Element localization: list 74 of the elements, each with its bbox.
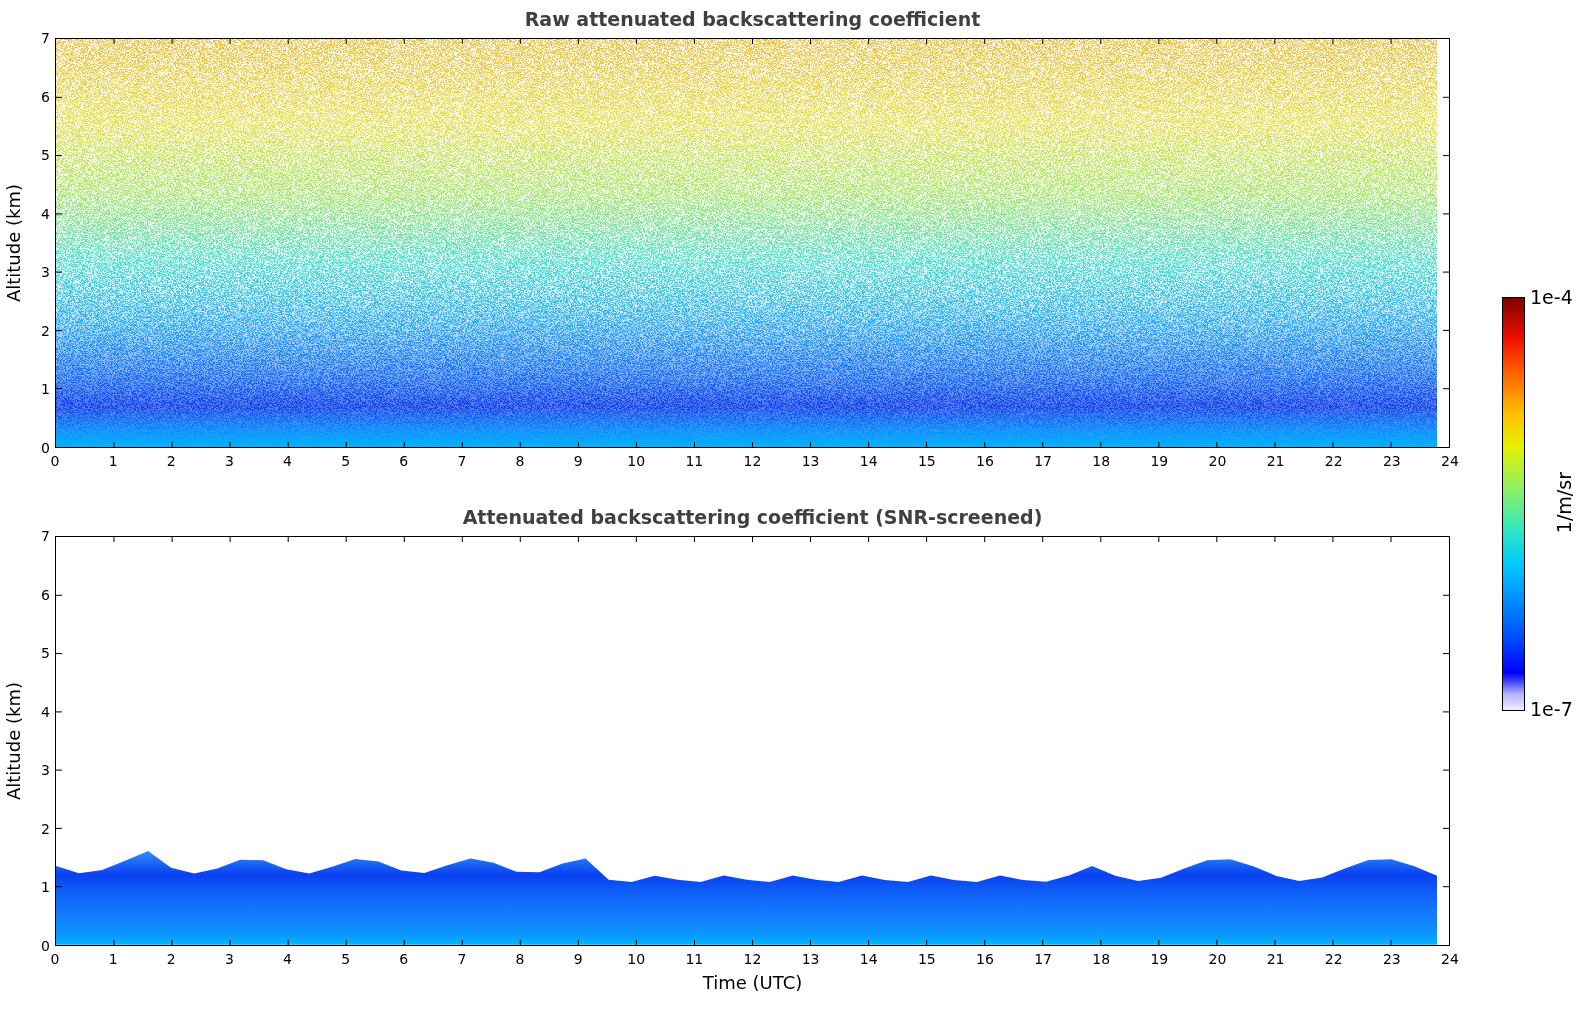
- x-tick-label: 11: [684, 950, 705, 968]
- x-tick-label: 6: [398, 950, 410, 968]
- y-tick-label: 4: [41, 204, 50, 223]
- y-tick-label: 2: [41, 321, 50, 340]
- x-tick-label: 16: [975, 452, 995, 470]
- x-tick-label: 18: [1091, 452, 1112, 470]
- x-tick-label: 18: [1091, 950, 1112, 968]
- x-tick-label: 5: [340, 950, 352, 968]
- y-tick-label: 2: [41, 819, 50, 838]
- x-tick-label: 2: [165, 950, 177, 968]
- x-tick-label: 1: [107, 452, 119, 470]
- x-tick-label: 19: [1149, 950, 1170, 968]
- x-tick-label: 17: [1033, 950, 1054, 968]
- x-tick-label: 12: [742, 452, 763, 470]
- x-tick-label: 24: [1440, 950, 1460, 968]
- x-tick-label: 20: [1207, 452, 1228, 470]
- colorbar-min-label: 1e-7: [1530, 698, 1573, 720]
- x-tick-label: 20: [1207, 950, 1228, 968]
- x-tick-label: 23: [1381, 950, 1402, 968]
- y-tick-label: 1: [41, 380, 50, 399]
- colorbar-max-label: 1e-4: [1530, 286, 1573, 308]
- x-tick-label: 16: [975, 950, 995, 968]
- y-tick-label: 4: [41, 702, 50, 721]
- x-tick-label: 22: [1323, 452, 1344, 470]
- x-tick-label: 15: [916, 950, 937, 968]
- x-tick-label: 15: [916, 452, 937, 470]
- y-tick-label: 3: [41, 263, 50, 282]
- y-tick-label: 1: [41, 878, 50, 897]
- x-tick-label: 0: [49, 950, 61, 968]
- x-tick-label: 23: [1381, 452, 1402, 470]
- x-tick-label: 5: [340, 452, 352, 470]
- x-tick-label: 0: [49, 452, 61, 470]
- x-tick-label: 14: [858, 452, 879, 470]
- y-tick-label: 6: [41, 87, 50, 106]
- x-tick-label: 24: [1440, 452, 1460, 470]
- y-tick-label: 6: [41, 585, 50, 604]
- x-tick-label: 1: [107, 950, 119, 968]
- y-tick-label: 0: [41, 438, 50, 457]
- plot-title: Attenuated backscattering coefficient (SNR-screened): [462, 506, 1043, 528]
- x-tick-label: 3: [223, 950, 235, 968]
- x-tick-label: 8: [514, 452, 526, 470]
- x-tick-label: 8: [514, 950, 526, 968]
- plot-title: Raw attenuated backscattering coefficient: [524, 8, 981, 30]
- x-tick-label: 4: [282, 950, 293, 968]
- x-tick-label: 22: [1323, 950, 1344, 968]
- x-tick-label: 13: [800, 950, 821, 968]
- x-tick-label: 10: [626, 950, 647, 968]
- x-tick-label: 4: [282, 452, 293, 470]
- y-axis-label: Altitude (km): [2, 183, 24, 303]
- y-axis-label: Altitude (km): [2, 681, 24, 801]
- x-tick-label: 9: [572, 452, 584, 470]
- x-tick-label: 7: [456, 950, 468, 968]
- x-tick-label: 17: [1033, 452, 1054, 470]
- x-tick-label: 10: [626, 452, 647, 470]
- x-axis-label: Time (UTC): [702, 972, 803, 993]
- x-tick-label: 21: [1265, 452, 1286, 470]
- x-tick-label: 13: [800, 452, 821, 470]
- x-tick-label: 14: [858, 950, 879, 968]
- y-tick-label: 3: [41, 761, 50, 780]
- x-tick-label: 21: [1265, 950, 1286, 968]
- x-tick-label: 7: [456, 452, 468, 470]
- x-tick-label: 2: [165, 452, 177, 470]
- y-tick-label: 5: [41, 146, 50, 165]
- y-tick-label: 0: [41, 936, 50, 955]
- x-tick-label: 11: [684, 452, 705, 470]
- y-tick-label: 7: [41, 29, 50, 47]
- x-tick-label: 19: [1149, 452, 1170, 470]
- x-tick-label: 9: [572, 950, 584, 968]
- y-tick-label: 5: [41, 644, 50, 663]
- x-tick-label: 12: [742, 950, 763, 968]
- colorbar-unit-label: 1/m/sr: [1552, 472, 1575, 534]
- x-tick-label: 6: [398, 452, 410, 470]
- x-tick-label: 3: [223, 452, 235, 470]
- y-tick-label: 7: [41, 527, 50, 545]
